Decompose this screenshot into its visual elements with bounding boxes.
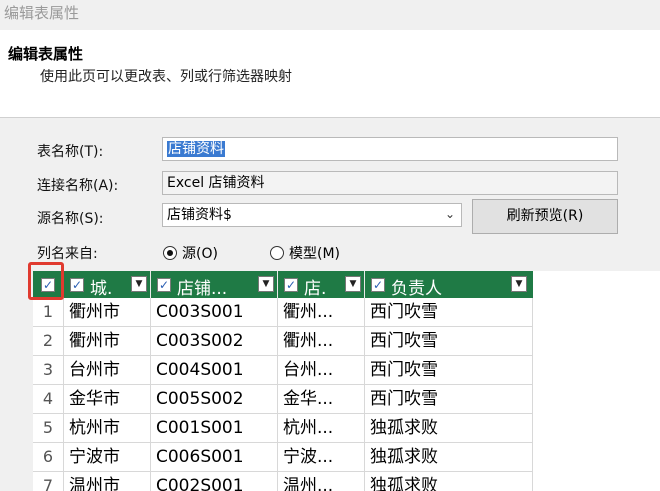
- source-name-label: 源名称(S):: [37, 211, 104, 227]
- column-2-checkbox[interactable]: ✓: [157, 278, 171, 292]
- radio-source[interactable]: 源(O): [163, 243, 218, 263]
- table-cell: C004S001: [151, 356, 278, 385]
- table-cell: C001S001: [151, 414, 278, 443]
- preview-grid: ✓ ✓ 城. ▼ ✓ 店铺... ▼ ✓ 店. ▼ ✓ 负责人 ▼ 1 衢州市 C0…: [33, 271, 660, 491]
- radio-model[interactable]: 模型(M): [270, 243, 340, 263]
- column-4-checkbox[interactable]: ✓: [371, 278, 385, 292]
- table-cell: 衢州市: [64, 298, 151, 327]
- radio-model-label: 模型(M): [289, 246, 341, 262]
- window-title: 编辑表属性: [4, 4, 80, 22]
- table-row: 7 温州市 C002S001 温州... 独孤求败: [33, 472, 660, 491]
- source-name-value: 店铺资料$: [167, 207, 232, 223]
- column-header-2-label: 店铺...: [177, 279, 228, 299]
- table-cell: 西门吹雪: [365, 327, 533, 356]
- row-number: 3: [33, 356, 64, 385]
- row-number: 7: [33, 472, 64, 491]
- table-cell: 西门吹雪: [365, 385, 533, 414]
- source-name-combobox[interactable]: 店铺资料$ ⌄: [162, 203, 462, 227]
- column-header-4: ✓ 负责人 ▼: [365, 271, 533, 299]
- table-cell: 金华市: [64, 385, 151, 414]
- radio-source-label: 源(O): [182, 246, 218, 262]
- table-cell: 西门吹雪: [365, 356, 533, 385]
- table-cell: 衢州...: [278, 327, 365, 356]
- table-row: 4 金华市 C005S002 金华... 西门吹雪: [33, 385, 660, 414]
- table-cell: 西门吹雪: [365, 298, 533, 327]
- column-header-2: ✓ 店铺... ▼: [151, 271, 278, 299]
- table-name-value: 店铺资料: [167, 141, 225, 157]
- table-cell: C005S002: [151, 385, 278, 414]
- table-row: 1 衢州市 C003S001 衢州... 西门吹雪: [33, 298, 660, 327]
- table-cell: 独孤求败: [365, 443, 533, 472]
- table-row: 2 衢州市 C003S002 衢州... 西门吹雪: [33, 327, 660, 356]
- table-cell: C003S002: [151, 327, 278, 356]
- column-names-from-label: 列名来自:: [37, 246, 98, 262]
- radio-model-indicator[interactable]: [270, 246, 284, 260]
- column-3-checkbox[interactable]: ✓: [284, 278, 298, 292]
- table-cell: 台州市: [64, 356, 151, 385]
- table-cell: 衢州...: [278, 298, 365, 327]
- row-number: 2: [33, 327, 64, 356]
- table-row: 6 宁波市 C006S001 宁波... 独孤求败: [33, 443, 660, 472]
- table-cell: C002S001: [151, 472, 278, 491]
- column-1-checkbox[interactable]: ✓: [70, 278, 84, 292]
- column-3-dropdown-icon[interactable]: ▼: [345, 276, 361, 292]
- grid-header-row: ✓ ✓ 城. ▼ ✓ 店铺... ▼ ✓ 店. ▼ ✓ 负责人 ▼: [33, 271, 533, 299]
- row-number: 1: [33, 298, 64, 327]
- row-number: 5: [33, 414, 64, 443]
- header-panel: 编辑表属性 使用此页可以更改表、列或行筛选器映射: [0, 30, 660, 118]
- table-cell: 金华...: [278, 385, 365, 414]
- connection-name-field: Excel 店铺资料: [162, 171, 618, 195]
- column-header-1-label: 城.: [90, 279, 113, 299]
- page-title: 编辑表属性: [8, 45, 84, 63]
- connection-name-label: 连接名称(A):: [37, 178, 119, 194]
- highlight-box: [28, 262, 64, 300]
- page-subtitle: 使用此页可以更改表、列或行筛选器映射: [40, 69, 292, 85]
- table-cell: 独孤求败: [365, 472, 533, 491]
- table-cell: 台州...: [278, 356, 365, 385]
- column-1-dropdown-icon[interactable]: ▼: [131, 276, 147, 292]
- column-4-dropdown-icon[interactable]: ▼: [511, 276, 527, 292]
- chevron-down-icon[interactable]: ⌄: [445, 205, 455, 223]
- table-cell: 温州市: [64, 472, 151, 491]
- table-name-label: 表名称(T):: [37, 144, 104, 160]
- table-cell: 杭州...: [278, 414, 365, 443]
- refresh-preview-button[interactable]: 刷新预览(R): [472, 199, 618, 234]
- row-number: 4: [33, 385, 64, 414]
- table-cell: C006S001: [151, 443, 278, 472]
- table-cell: 宁波...: [278, 443, 365, 472]
- column-header-3-label: 店.: [304, 279, 327, 299]
- table-cell: 衢州市: [64, 327, 151, 356]
- column-header-4-label: 负责人: [391, 279, 442, 299]
- connection-name-value: Excel 店铺资料: [167, 175, 265, 191]
- table-cell: 杭州市: [64, 414, 151, 443]
- radio-source-indicator[interactable]: [163, 246, 177, 260]
- column-header-3: ✓ 店. ▼: [278, 271, 365, 299]
- table-cell: C003S001: [151, 298, 278, 327]
- table-cell: 宁波市: [64, 443, 151, 472]
- column-2-dropdown-icon[interactable]: ▼: [258, 276, 274, 292]
- table-row: 3 台州市 C004S001 台州... 西门吹雪: [33, 356, 660, 385]
- column-header-1: ✓ 城. ▼: [64, 271, 151, 299]
- table-row: 5 杭州市 C001S001 杭州... 独孤求败: [33, 414, 660, 443]
- row-number: 6: [33, 443, 64, 472]
- table-cell: 温州...: [278, 472, 365, 491]
- table-cell: 独孤求败: [365, 414, 533, 443]
- table-name-input[interactable]: 店铺资料: [162, 137, 618, 161]
